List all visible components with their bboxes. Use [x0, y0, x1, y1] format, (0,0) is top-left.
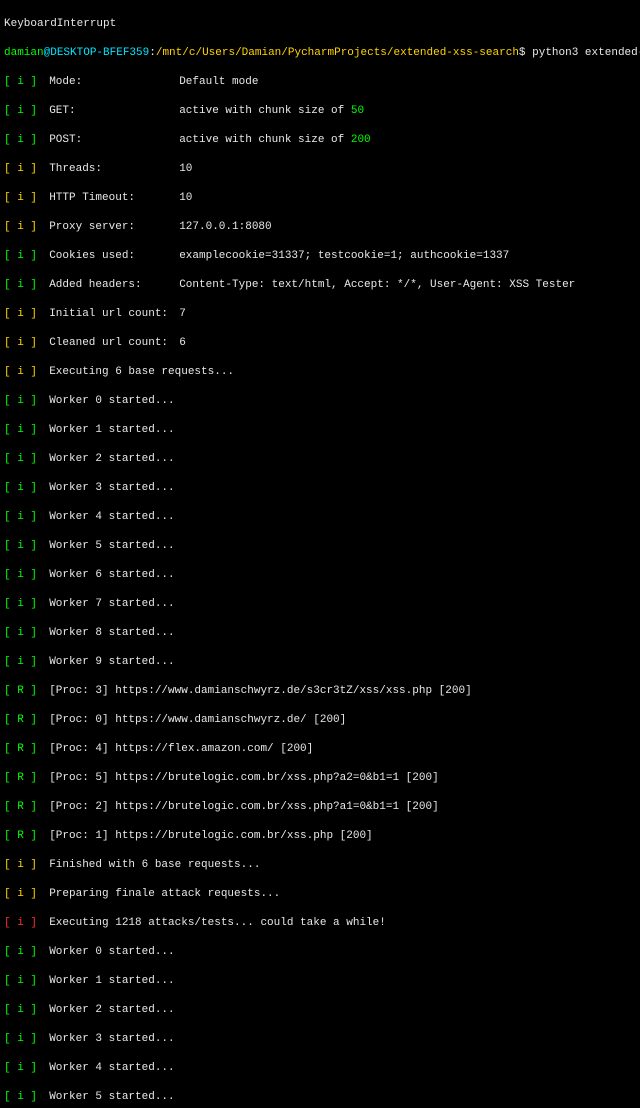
- req-icon: [ R ]: [4, 771, 36, 786]
- warn-icon: [ i ]: [4, 307, 36, 322]
- request-line: [Proc: 3] https://www.damianschwyrz.de/s…: [49, 685, 471, 697]
- terminal-output: KeyboardInterrupt damian@DESKTOP-BFEF359…: [0, 0, 640, 1108]
- info-icon: [ i ]: [4, 1061, 36, 1076]
- info-icon: [ i ]: [4, 626, 36, 641]
- request-line: [Proc: 2] https://brutelogic.com.br/xss.…: [49, 801, 438, 813]
- info-icon: [ i ]: [4, 974, 36, 989]
- info-icon: [ i ]: [4, 423, 36, 438]
- cfg-key: Mode:: [49, 75, 179, 90]
- info-icon: [ i ]: [4, 597, 36, 612]
- shell-prompt[interactable]: damian@DESKTOP-BFEF359:/mnt/c/Users/Dami…: [0, 46, 640, 61]
- info-icon: [ i ]: [4, 1032, 36, 1047]
- info-icon: [ i ]: [4, 510, 36, 525]
- info-icon: [ i ]: [4, 945, 36, 960]
- info-icon: [ i ]: [4, 104, 36, 119]
- warn-icon: [ i ]: [4, 191, 36, 206]
- req-icon: [ R ]: [4, 684, 36, 699]
- warn-icon: [ i ]: [4, 336, 36, 351]
- info-icon: [ i ]: [4, 452, 36, 467]
- warn-icon: [ i ]: [4, 365, 36, 380]
- req-icon: [ R ]: [4, 713, 36, 728]
- info-icon: [ i ]: [4, 249, 36, 264]
- info-icon: [ i ]: [4, 278, 36, 293]
- keyboard-interrupt: KeyboardInterrupt: [4, 18, 116, 30]
- req-icon: [ R ]: [4, 800, 36, 815]
- warn-icon: [ i ]: [4, 220, 36, 235]
- info-icon: [ i ]: [4, 133, 36, 148]
- request-line: [Proc: 4] https://flex.amazon.com/ [200]: [49, 743, 313, 755]
- info-icon: [ i ]: [4, 655, 36, 670]
- request-line: [Proc: 0] https://www.damianschwyrz.de/ …: [49, 714, 346, 726]
- req-icon: [ R ]: [4, 829, 36, 844]
- info-icon: [ i ]: [4, 1090, 36, 1105]
- alert-icon: [ i ]: [4, 916, 36, 931]
- info-icon: [ i ]: [4, 568, 36, 583]
- info-icon: [ i ]: [4, 75, 36, 90]
- request-line: [Proc: 5] https://brutelogic.com.br/xss.…: [49, 772, 438, 784]
- info-icon: [ i ]: [4, 1003, 36, 1018]
- command: python3 extended-xss-search.py: [532, 47, 640, 59]
- info-icon: [ i ]: [4, 394, 36, 409]
- request-line: [Proc: 1] https://brutelogic.com.br/xss.…: [49, 830, 372, 842]
- warn-icon: [ i ]: [4, 887, 36, 902]
- info-icon: [ i ]: [4, 539, 36, 554]
- req-icon: [ R ]: [4, 742, 36, 757]
- warn-icon: [ i ]: [4, 858, 36, 873]
- info-icon: [ i ]: [4, 481, 36, 496]
- warn-icon: [ i ]: [4, 162, 36, 177]
